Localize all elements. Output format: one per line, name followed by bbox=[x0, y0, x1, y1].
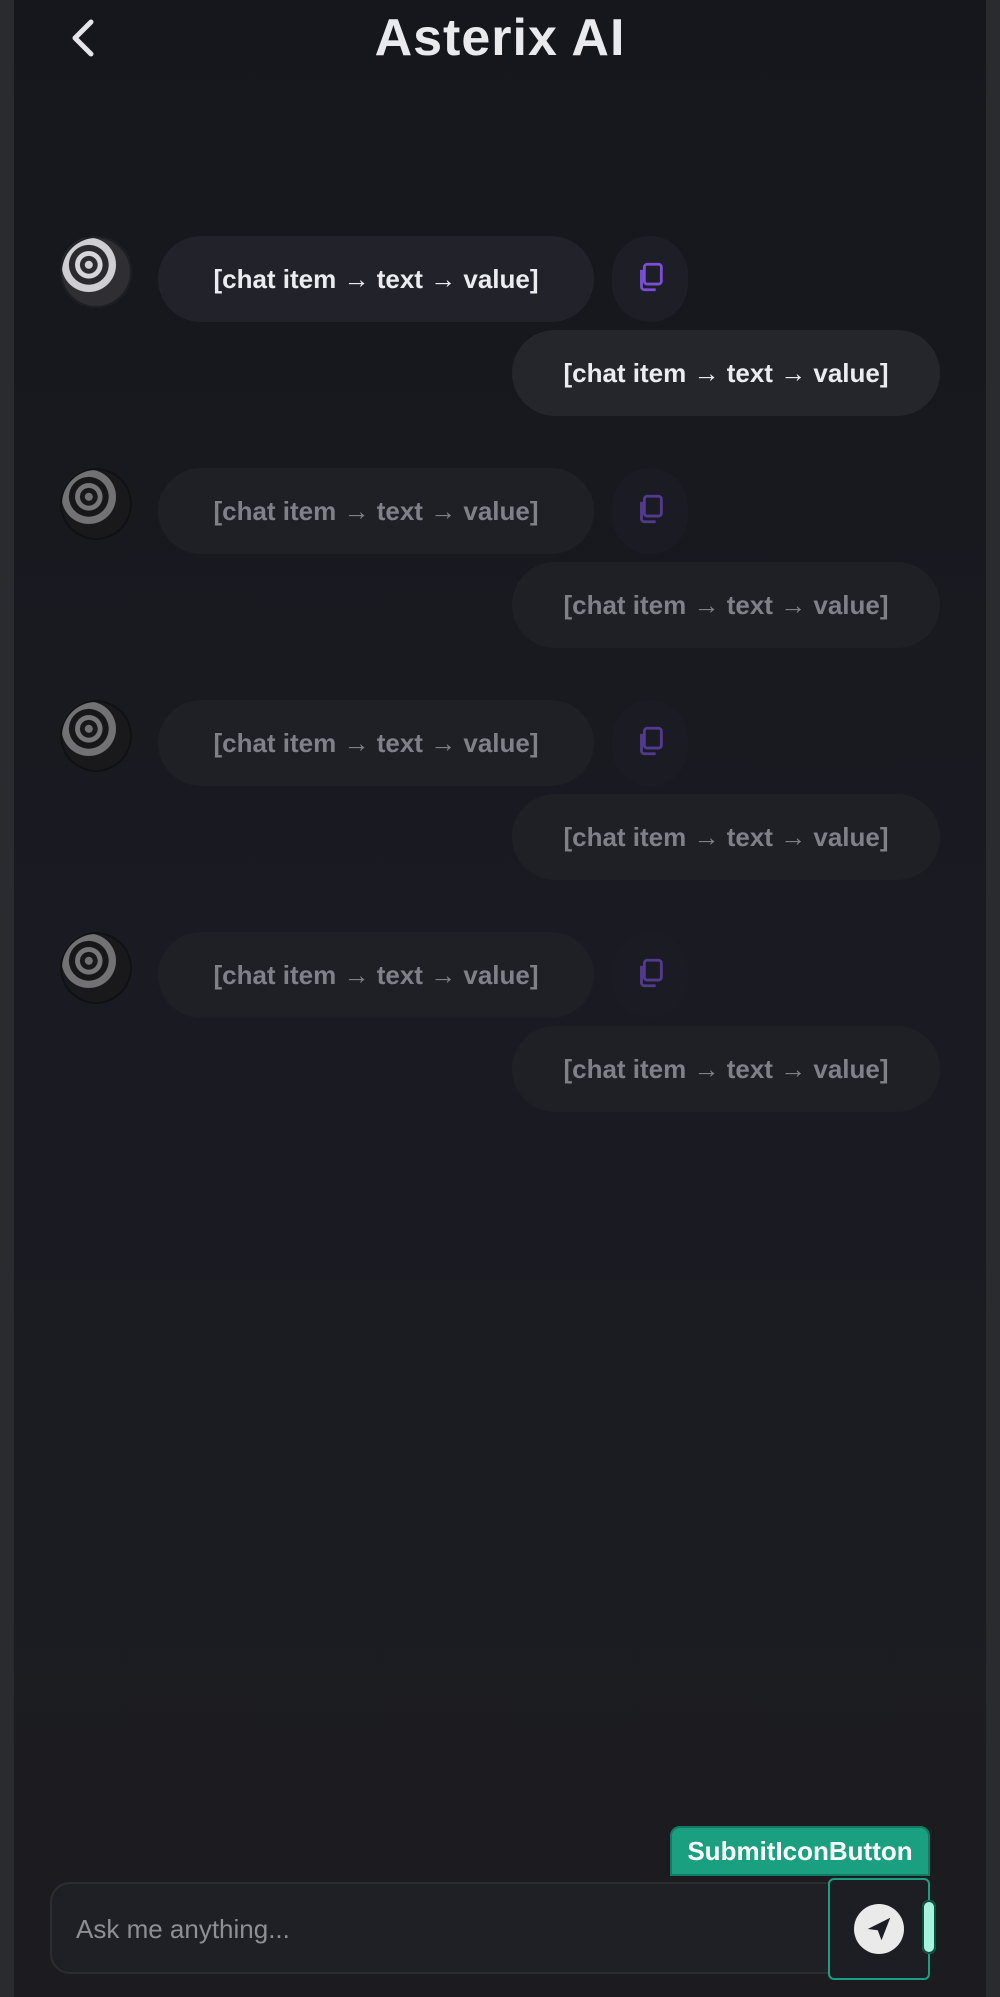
copy-icon bbox=[633, 260, 667, 299]
bot-message: [chat item → text → value] bbox=[60, 224, 700, 322]
left-edge bbox=[0, 0, 14, 1997]
user-bubble: [chat item → text → value] bbox=[512, 562, 940, 648]
user-bubble: [chat item → text → value] bbox=[512, 330, 940, 416]
send-icon bbox=[854, 1904, 904, 1954]
copy-button[interactable] bbox=[612, 236, 688, 322]
user-message: [chat item → text → value] bbox=[510, 794, 940, 890]
bot-message: [chat item → text → value] bbox=[60, 688, 700, 786]
copy-button[interactable] bbox=[612, 700, 688, 786]
message-input-container bbox=[50, 1882, 848, 1974]
avatar bbox=[60, 932, 132, 1004]
chat-app: Asterix AI [chat item → text → value] [c… bbox=[14, 0, 986, 1997]
copy-icon bbox=[633, 724, 667, 763]
header: Asterix AI bbox=[14, 0, 986, 80]
message-input[interactable] bbox=[74, 1884, 838, 1974]
bot-bubble: [chat item → text → value] bbox=[158, 236, 594, 322]
submit-label: SubmitIconButton bbox=[670, 1826, 930, 1876]
avatar bbox=[60, 468, 132, 540]
copy-icon bbox=[633, 492, 667, 531]
user-bubble: [chat item → text → value] bbox=[512, 794, 940, 880]
user-message: [chat item → text → value] bbox=[510, 562, 940, 658]
bot-bubble: [chat item → text → value] bbox=[158, 700, 594, 786]
submit-button[interactable] bbox=[828, 1878, 930, 1980]
user-message: [chat item → text → value] bbox=[510, 1026, 940, 1122]
user-bubble: [chat item → text → value] bbox=[512, 1026, 940, 1112]
bot-bubble: [chat item → text → value] bbox=[158, 468, 594, 554]
avatar bbox=[60, 236, 132, 308]
copy-button[interactable] bbox=[612, 932, 688, 1018]
bot-bubble: [chat item → text → value] bbox=[158, 932, 594, 1018]
page-title: Asterix AI bbox=[374, 9, 626, 67]
bot-message: [chat item → text → value] bbox=[60, 920, 700, 1018]
copy-icon bbox=[633, 956, 667, 995]
avatar bbox=[60, 700, 132, 772]
copy-button[interactable] bbox=[612, 468, 688, 554]
right-edge bbox=[986, 0, 1000, 1997]
bot-message: [chat item → text → value] bbox=[60, 456, 700, 554]
user-message: [chat item → text → value] bbox=[510, 330, 940, 426]
scroll-handle[interactable] bbox=[922, 1900, 936, 1954]
